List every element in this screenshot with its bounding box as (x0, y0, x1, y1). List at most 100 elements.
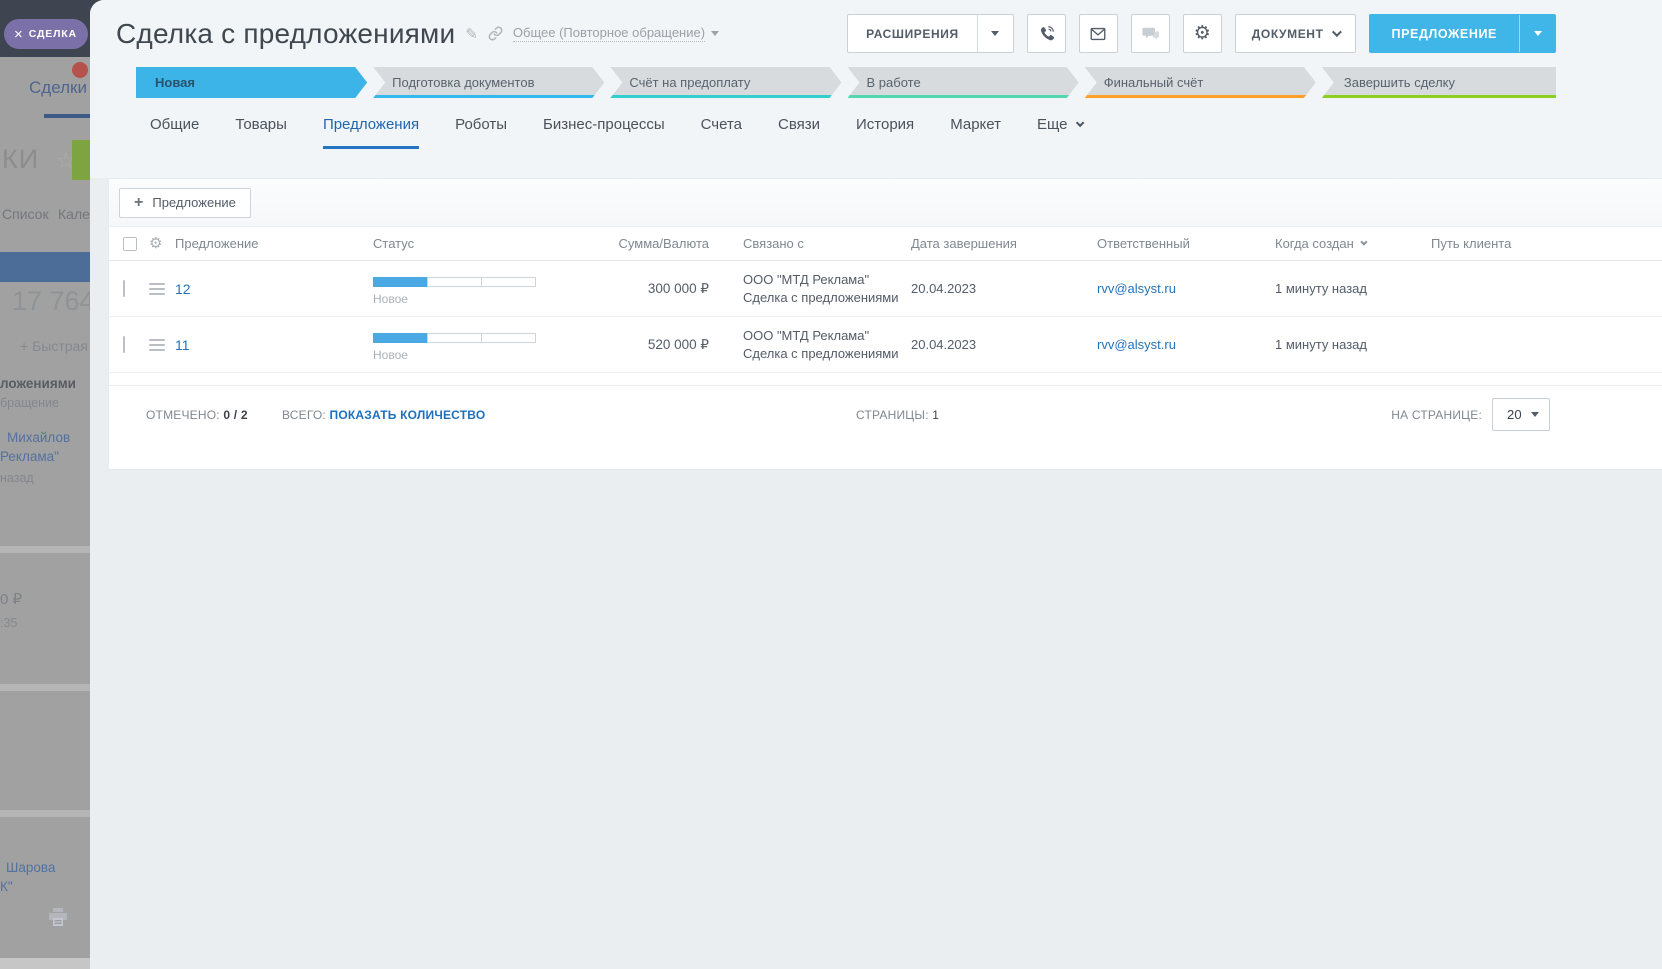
offer-link[interactable]: 11 (175, 337, 190, 353)
show-count-link[interactable]: ПОКАЗАТЬ КОЛИЧЕСТВО (330, 408, 486, 422)
finish-date-cell: 20.04.2023 (911, 281, 1097, 296)
row-menu-icon[interactable] (149, 339, 165, 351)
caret-down-icon (991, 31, 999, 36)
grid-settings-gear-icon[interactable]: ⚙ (149, 236, 162, 251)
tab-history[interactable]: История (856, 116, 914, 149)
column-sum[interactable]: Сумма/Валюта (587, 236, 715, 251)
responsible-link[interactable]: rvv@alsyst.ru (1097, 281, 1176, 296)
chevron-down-icon (1075, 118, 1083, 126)
close-icon: × (14, 27, 23, 42)
gear-icon: ⚙ (1194, 24, 1211, 43)
status-label: Новое (373, 348, 587, 362)
extensions-dropdown[interactable] (977, 15, 1013, 52)
background-time-fragment: назад (0, 471, 34, 485)
chevron-down-icon (1331, 27, 1341, 37)
add-offer-button[interactable]: ПРЕДЛОЖЕНИЕ (1369, 14, 1556, 53)
created-cell: 1 минуту назад (1275, 337, 1431, 352)
stage-underline (373, 95, 604, 98)
column-related[interactable]: Связано с (715, 236, 911, 251)
background-company-fragment: Реклама" (0, 449, 59, 464)
background-divider (0, 810, 90, 817)
stage-prepayment-invoice[interactable]: Счёт на предоплату (610, 67, 841, 98)
created-cell: 1 минуту назад (1275, 281, 1431, 296)
stage-label: Счёт на предоплату (629, 75, 750, 90)
settings-button[interactable]: ⚙ (1183, 14, 1222, 53)
background-deal-subtitle-fragment: бращение (0, 396, 59, 410)
background-divider (0, 958, 90, 969)
select-all-checkbox[interactable] (123, 237, 137, 251)
add-offer-row-button[interactable]: + Предложение (119, 188, 251, 218)
tab-business-processes[interactable]: Бизнес-процессы (543, 116, 665, 149)
deal-header: Сделка с предложениями ✎ Общее (Повторно… (116, 0, 1638, 54)
copy-link-icon[interactable] (488, 26, 503, 41)
stage-underline (848, 95, 1079, 98)
row-checkbox[interactable] (123, 336, 125, 353)
table-row: 12 Новое 300 000 ₽ ООО "МТД Реклама" Сде… (109, 261, 1662, 317)
status-label: Новое (373, 292, 587, 306)
background-client-name-fragment: Михайлов (7, 430, 70, 445)
category-selector[interactable]: Общее (Повторное обращение) (513, 25, 705, 42)
background-heading-fragment: КИ (2, 144, 39, 175)
related-cell: ООО "МТД Реклама" Сделка с предложениями (715, 271, 911, 306)
status-progress-bar (373, 277, 587, 287)
sum-cell: 300 000 ₽ (587, 281, 715, 297)
chat-button[interactable] (1131, 14, 1170, 53)
edit-title-icon[interactable]: ✎ (465, 25, 478, 43)
column-created[interactable]: Когда создан (1275, 236, 1431, 251)
tab-products[interactable]: Товары (235, 116, 287, 149)
extensions-button[interactable]: РАСШИРЕНИЯ (847, 14, 1014, 53)
stage-doc-preparation[interactable]: Подготовка документов (373, 67, 604, 98)
background-deal-title-fragment: ложениями (0, 376, 76, 391)
tab-links[interactable]: Связи (778, 116, 820, 149)
page-size-control: НА СТРАНИЦЕ: 20 (1391, 398, 1550, 431)
background-company2-fragment: К" (0, 879, 13, 894)
chevron-down-icon (711, 31, 719, 36)
stage-label: Завершить сделку (1344, 75, 1455, 90)
call-button[interactable] (1027, 14, 1066, 53)
deal-tabs: Общие Товары Предложения Роботы Бизнес-п… (150, 116, 1638, 149)
background-green-button-fragment (72, 140, 90, 180)
deal-slider-panel: Сделка с предложениями ✎ Общее (Повторно… (90, 0, 1662, 969)
panel-top: Сделка с предложениями ✎ Общее (Повторно… (90, 0, 1662, 178)
tab-general[interactable]: Общие (150, 116, 199, 149)
tab-offers[interactable]: Предложения (323, 116, 419, 149)
table-row: 11 Новое 520 000 ₽ ООО "МТД Реклама" Сде… (109, 317, 1662, 373)
background-counter: 17 764 (12, 286, 95, 317)
page-size-select[interactable]: 20 (1492, 398, 1550, 431)
column-status[interactable]: Статус (373, 236, 587, 251)
page-size-label: НА СТРАНИЦЕ: (1391, 408, 1482, 422)
grid-toolbar: + Предложение (109, 179, 1662, 227)
add-offer-dropdown[interactable] (1519, 15, 1555, 52)
responsible-link[interactable]: rvv@alsyst.ru (1097, 337, 1176, 352)
column-offer[interactable]: Предложение (175, 236, 373, 251)
stage-final-invoice[interactable]: Финальный счёт (1085, 67, 1316, 98)
background-view-list: Список (2, 206, 49, 222)
background-contact-fragment: Шарова (6, 860, 55, 875)
background-time2-fragment: :35 (0, 616, 17, 630)
stage-close-deal[interactable]: Завершить сделку (1322, 67, 1556, 98)
email-button[interactable] (1079, 14, 1118, 53)
page-title: Сделка с предложениями (116, 18, 455, 50)
background-divider (0, 546, 90, 553)
column-client-path[interactable]: Путь клиента (1431, 236, 1652, 251)
stage-underline (1322, 95, 1556, 98)
row-menu-icon[interactable] (149, 283, 165, 295)
tab-invoices[interactable]: Счета (701, 116, 742, 149)
offer-link[interactable]: 12 (175, 281, 191, 297)
background-blue-bar (0, 252, 90, 282)
caret-down-icon (1534, 31, 1542, 36)
stage-underline (610, 95, 841, 98)
stage-new[interactable]: Новая (136, 67, 367, 98)
stage-in-progress[interactable]: В работе (848, 67, 1079, 98)
tab-more[interactable]: Еще (1037, 116, 1081, 149)
background-page-strip: × СДЕЛКА Сделки КИ ☆ Список Кале 17 764 … (0, 0, 90, 969)
column-finish-date[interactable]: Дата завершения (911, 236, 1097, 251)
column-responsible[interactable]: Ответственный (1097, 236, 1275, 251)
slider-close-pill[interactable]: × СДЕЛКА (4, 19, 88, 49)
tab-robots[interactable]: Роботы (455, 116, 507, 149)
related-cell: ООО "МТД Реклама" Сделка с предложениями (715, 327, 911, 362)
row-checkbox[interactable] (123, 280, 125, 297)
document-button[interactable]: ДОКУМЕНТ (1235, 14, 1356, 53)
tab-market[interactable]: Маркет (950, 116, 1001, 149)
stage-label: Новая (155, 75, 195, 90)
